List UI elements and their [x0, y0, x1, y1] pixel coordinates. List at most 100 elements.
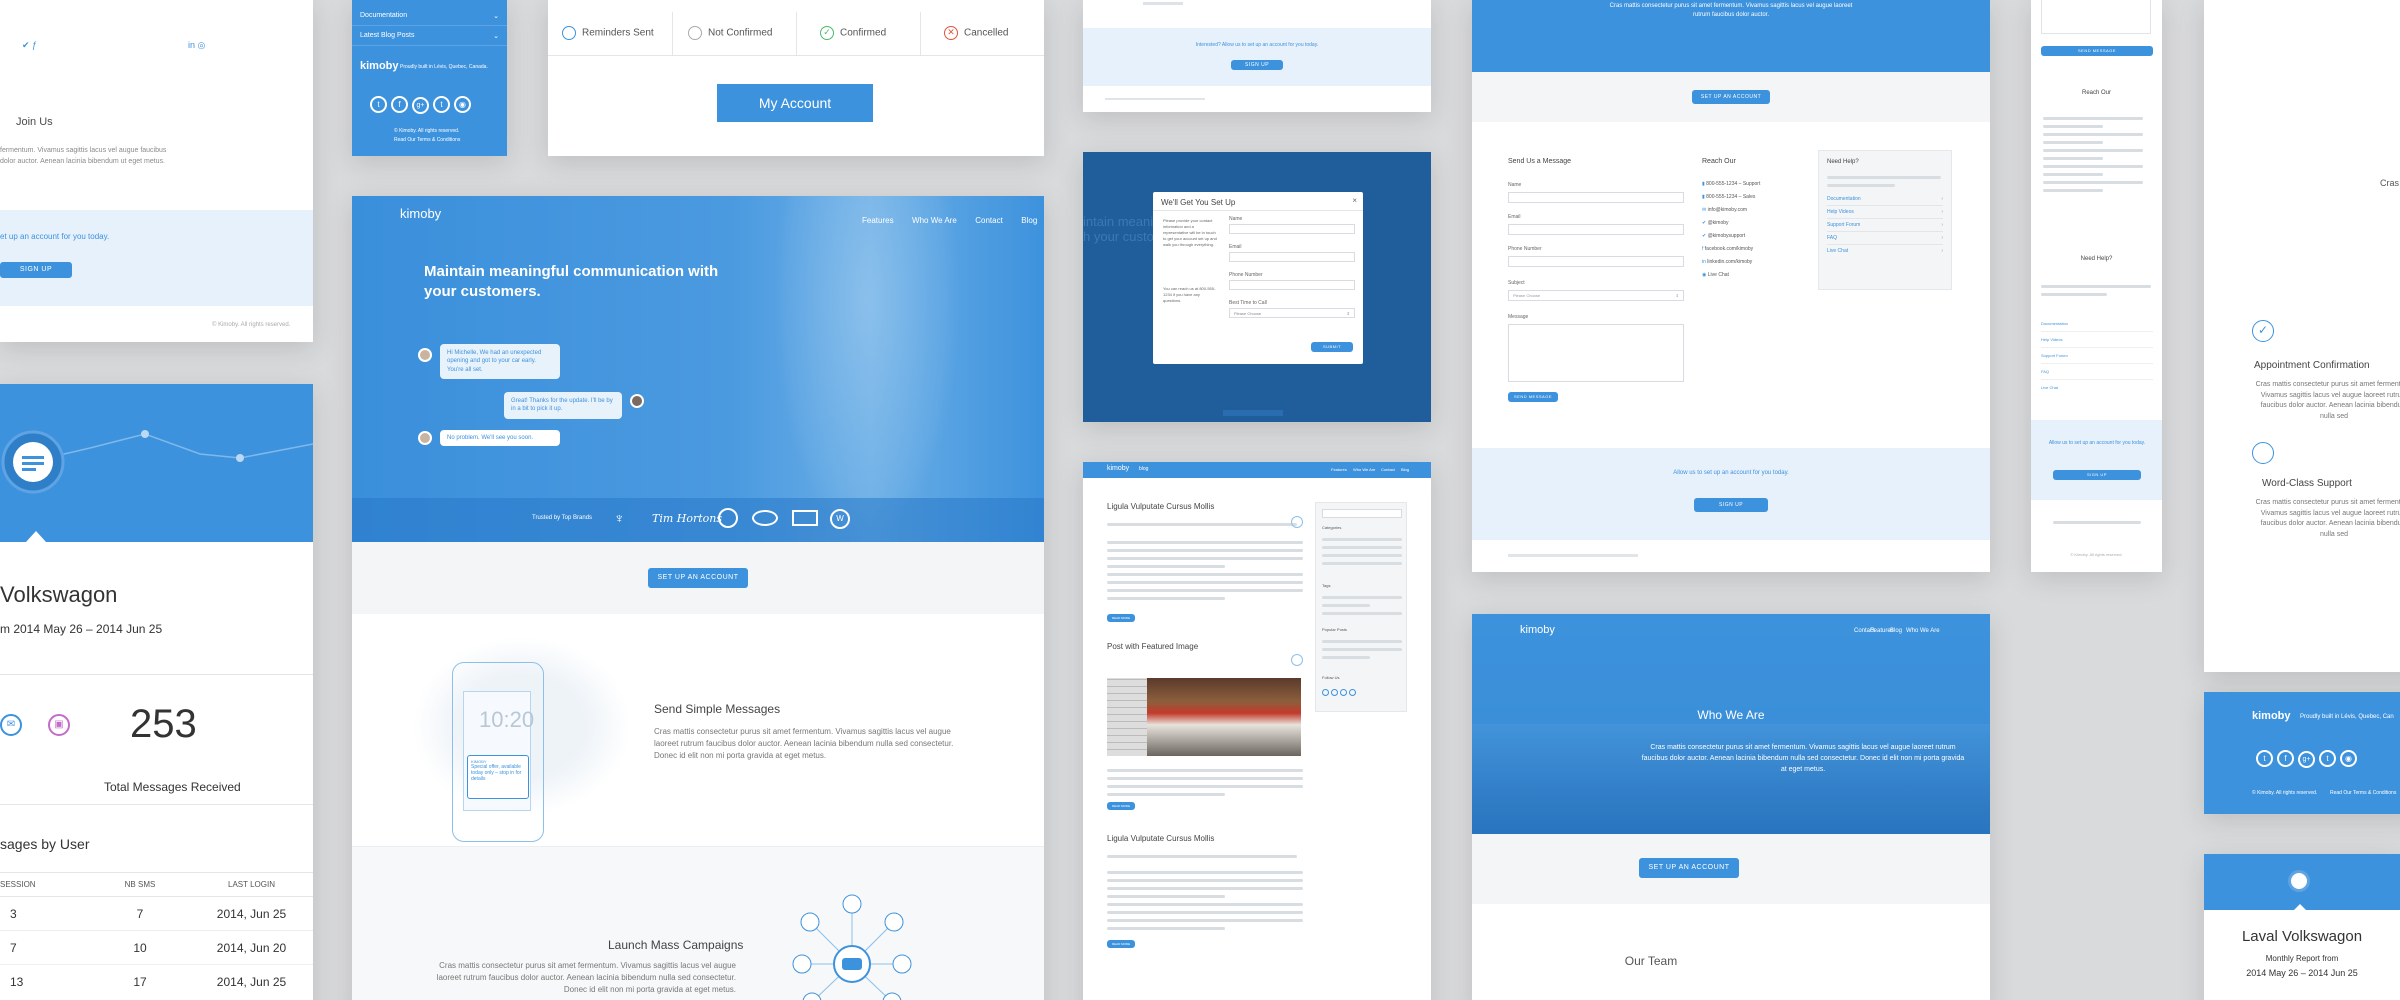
form-label: Message — [1508, 314, 1529, 320]
social-icons: ✔ ƒ — [22, 40, 38, 50]
right-report-subtitle: Monthly Report from — [2265, 954, 2339, 963]
network-illustration — [792, 894, 912, 1000]
nav-who-we-are[interactable]: Who We Are — [912, 216, 957, 225]
sms-text: Special offer, available today only – st… — [471, 764, 522, 782]
form-label: Email — [1508, 214, 1521, 220]
mobile-help-item[interactable]: Help Videos — [2041, 332, 2153, 348]
twitter-icon[interactable]: t — [2256, 750, 2273, 767]
blog-brand[interactable]: kimoby — [1107, 465, 1129, 472]
facebook-icon[interactable] — [1331, 689, 1338, 696]
reach-item[interactable]: ✔ @kimobysupport — [1702, 230, 1760, 243]
brand-logo-generic-icon — [792, 510, 818, 526]
github-icon[interactable]: ◉ — [454, 96, 471, 113]
nav-features[interactable]: Features — [862, 216, 894, 225]
googleplus-icon[interactable] — [1340, 689, 1347, 696]
reach-item[interactable]: ✔ @kimoby — [1702, 217, 1760, 230]
facebook-icon[interactable]: f — [391, 96, 408, 113]
mobile-signup-button[interactable]: SIGN UP — [2053, 470, 2141, 480]
footer-brand: kimoby — [360, 60, 399, 72]
send-message-button[interactable]: SEND MESSAGE — [1508, 392, 1558, 402]
github-icon[interactable]: ◉ — [2340, 750, 2357, 767]
about-cta-button[interactable]: SET UP AN ACCOUNT — [1639, 858, 1739, 878]
footer-menu-item[interactable]: Latest Blog Posts ⌄ — [352, 28, 507, 46]
homepage-card: kimoby Features Who We Are Contact Blog … — [352, 196, 1044, 1000]
phone-input[interactable] — [1229, 280, 1355, 290]
report-header-graph — [1, 430, 313, 542]
help-item[interactable]: FAQ › — [1827, 232, 1943, 245]
googleplus-icon[interactable]: g+ — [2298, 751, 2315, 768]
blog-nav-features[interactable]: Features — [1331, 467, 1347, 472]
read-more-button[interactable]: READ MORE — [1107, 614, 1135, 622]
select-placeholder: Please Choose — [1513, 293, 1541, 298]
help-item[interactable]: Documentation › — [1827, 193, 1943, 206]
help-item[interactable]: Help Videos › — [1827, 206, 1943, 219]
contact-signup-button[interactable]: SIGN UP — [1694, 498, 1768, 512]
reach-item[interactable]: ◉ Live Chat — [1702, 269, 1760, 282]
reach-item[interactable]: ▮ 800-555-1234 – Sales — [1702, 191, 1760, 204]
right-report-card: Laval Volkswagon Monthly Report from 201… — [2204, 854, 2400, 1000]
blog-search-input[interactable] — [1322, 509, 1402, 518]
footer-menu-item[interactable]: Documentation ⌄ — [352, 8, 507, 26]
setup-account-button[interactable]: SET UP AN ACCOUNT — [648, 568, 748, 588]
mobile-help-item[interactable]: Live Chat — [2041, 380, 2153, 395]
facebook-icon[interactable]: f — [2277, 750, 2294, 767]
mini-signup-button[interactable]: SIGN UP — [1231, 60, 1283, 70]
help-item[interactable]: Support Forum › — [1827, 219, 1943, 232]
post-title[interactable]: Post with Featured Image — [1107, 642, 1198, 651]
reach-item[interactable]: f facebook.com/kimoby — [1702, 243, 1760, 256]
about-brand[interactable]: kimoby — [1520, 624, 1555, 636]
about-nav-who[interactable]: Who We Are — [1906, 628, 1940, 634]
cell: 7 — [136, 906, 144, 921]
blog-nav-who[interactable]: Who We Are — [1353, 467, 1375, 472]
hero-person-silhouette — [772, 196, 962, 542]
about-title: Who We Are — [1697, 708, 1765, 722]
brand-logo-timhortons: Tim Hortons — [652, 512, 723, 525]
read-more-button[interactable]: READ MORE — [1107, 802, 1135, 810]
contact-name-input[interactable] — [1508, 192, 1684, 203]
my-account-button[interactable]: My Account — [717, 84, 873, 122]
footer-terms-link[interactable]: Read Our Terms & Conditions — [394, 137, 460, 143]
tumblr-icon[interactable]: t — [2319, 750, 2336, 767]
name-input[interactable] — [1229, 224, 1355, 234]
right-footer-terms[interactable]: Read Our Terms & Conditions — [2330, 790, 2396, 796]
signup-button[interactable]: SIGN UP — [0, 262, 72, 278]
email-input[interactable] — [1229, 252, 1355, 262]
contact-email-input[interactable] — [1508, 224, 1684, 235]
avatar — [418, 431, 432, 445]
github-icon[interactable] — [1349, 689, 1356, 696]
mobile-help-item[interactable]: Support Forum — [2041, 348, 2153, 364]
nav-contact[interactable]: Contact — [975, 216, 1003, 225]
twitter-icon[interactable]: t — [370, 96, 387, 113]
post-title[interactable]: Ligula Vulputate Cursus Mollis — [1107, 834, 1214, 843]
reach-item[interactable]: ✉ info@kimoby.com — [1702, 204, 1760, 217]
best-time-select[interactable]: Please Choose ⇕ — [1229, 308, 1355, 318]
close-icon[interactable]: × — [1352, 196, 1357, 205]
reach-item[interactable]: in linkedin.com/kimoby — [1702, 256, 1760, 269]
social-icons-right: in ◎ — [188, 40, 206, 50]
about-nav-blog[interactable]: Blog — [1890, 628, 1902, 634]
right-report-title: Laval Volkswagon — [2241, 928, 2363, 945]
post-title[interactable]: Ligula Vulputate Cursus Mollis — [1107, 502, 1214, 511]
blog-nav-contact[interactable]: Contact — [1381, 467, 1395, 472]
cancel-icon: ✕ — [944, 26, 958, 40]
submit-button[interactable]: SUBMIT — [1311, 342, 1353, 352]
blog-nav-blog[interactable]: Blog — [1401, 467, 1409, 472]
brand-logo[interactable]: kimoby — [400, 206, 441, 221]
mobile-send-button[interactable]: SEND MESSAGE — [2041, 46, 2153, 56]
help-item[interactable]: Live Chat › — [1827, 245, 1943, 257]
twitter-icon[interactable] — [1322, 689, 1329, 696]
about-nav-contact[interactable]: Contact — [1854, 628, 1875, 634]
mobile-help-item[interactable]: Documentation — [2041, 316, 2153, 332]
contact-message-textarea[interactable] — [1508, 324, 1684, 382]
contact-subject-select[interactable]: Please Choose ⇕ — [1508, 290, 1684, 301]
reach-item[interactable]: ▮ 800-555-1234 – Support — [1702, 178, 1760, 191]
googleplus-icon[interactable]: g+ — [412, 97, 429, 114]
tumblr-icon[interactable]: t — [433, 96, 450, 113]
nav-blog[interactable]: Blog — [1021, 216, 1037, 225]
mobile-help-item[interactable]: FAQ — [2041, 364, 2153, 380]
read-more-button[interactable]: READ MORE — [1107, 940, 1135, 948]
contact-phone-input[interactable] — [1508, 256, 1684, 267]
contact-cta-button[interactable]: SET UP AN ACCOUNT — [1692, 90, 1770, 104]
status-label: Cancelled — [964, 27, 1009, 39]
copyright: © Kimoby. All rights reserved. — [212, 322, 291, 328]
